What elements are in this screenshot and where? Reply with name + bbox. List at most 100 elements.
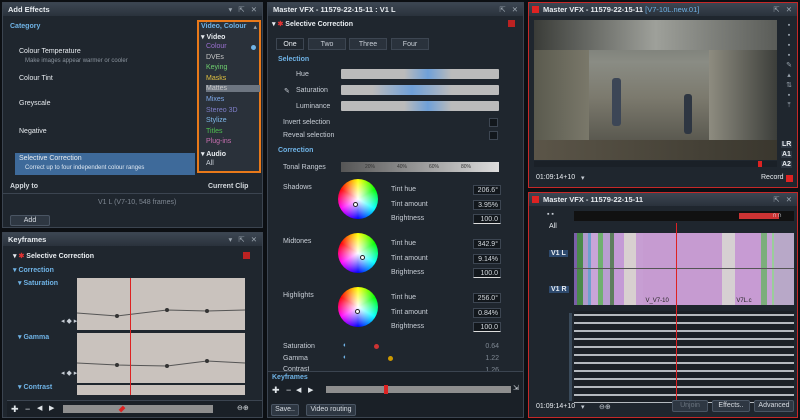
wheel-handle[interactable] — [355, 309, 360, 314]
dropdown-item[interactable]: Stereo 3D — [206, 107, 238, 114]
shadows-tint-hue-field[interactable]: 206.6° — [473, 185, 501, 195]
luminance-slider[interactable] — [341, 101, 499, 111]
wheel-handle[interactable] — [360, 255, 365, 260]
dropdown-item[interactable]: Plug-ins — [206, 138, 231, 145]
keyframes-group-saturation[interactable]: ▾ Saturation — [18, 279, 58, 287]
panel-window-controls[interactable]: ⇱ ✕ — [773, 3, 794, 16]
tab-one[interactable]: One — [276, 38, 304, 50]
effect-header[interactable]: ▾ ✱ Selective Correction — [272, 20, 353, 28]
gamma-row-icon[interactable]: ◐ — [343, 354, 347, 361]
timeline-zoom-icons[interactable]: ⊖⊕ — [599, 403, 611, 411]
prev-keyframe-icon[interactable]: ◀ — [296, 386, 301, 394]
saturation-curve-area[interactable] — [76, 278, 246, 330]
effect-keyframes-scrub-bar[interactable] — [326, 386, 511, 393]
playhead-marker[interactable] — [384, 385, 388, 394]
add-keyframe-icon[interactable]: ✚ — [272, 385, 280, 396]
invert-selection-checkbox[interactable] — [489, 118, 498, 127]
midtones-tint-amount-field[interactable]: 9.14% — [473, 254, 501, 264]
remove-keyframe-icon[interactable]: − — [286, 385, 291, 395]
effect-item[interactable]: Greyscale — [19, 100, 51, 107]
effect-item[interactable]: Selective Correction — [19, 155, 82, 162]
audio-track-headers[interactable] — [569, 313, 572, 401]
dropdown-item[interactable]: Titles — [206, 128, 222, 135]
remove-keyframe-icon[interactable]: − — [25, 404, 30, 414]
keyframes-group-correction[interactable]: ▾ Correction — [13, 266, 54, 274]
keyframes-group-contrast[interactable]: ▾ Contrast — [18, 383, 52, 391]
category-dropdown-value[interactable]: Video, Colour — [201, 23, 246, 30]
reveal-selection-checkbox[interactable] — [489, 131, 498, 140]
timeline-playhead[interactable] — [676, 223, 677, 403]
shadows-color-wheel[interactable] — [338, 179, 378, 219]
saturation-row-icon[interactable]: ◐ — [343, 342, 347, 349]
effect-item[interactable]: Negative — [19, 128, 47, 135]
highlights-tint-hue-field[interactable]: 256.0° — [473, 293, 501, 303]
add-button[interactable]: Add — [10, 215, 50, 226]
panel-window-controls[interactable]: ⇱ ✕ — [499, 3, 520, 16]
tab-two[interactable]: Two — [308, 38, 346, 50]
dropdown-item[interactable]: Keying — [206, 64, 227, 71]
dropdown-item[interactable]: DVEs — [206, 54, 224, 61]
record-button[interactable] — [786, 175, 793, 182]
highlights-tint-amount-field[interactable]: 0.84% — [473, 308, 501, 318]
shadows-brightness-field[interactable]: 100.0 — [473, 214, 501, 224]
midtones-color-wheel[interactable] — [338, 233, 378, 273]
timecode-dropdown-icon[interactable]: ▾ — [581, 174, 585, 182]
shadows-tint-amount-field[interactable]: 3.95% — [473, 200, 501, 210]
contrast-curve-area[interactable] — [77, 385, 245, 395]
saturation-slider-handle[interactable] — [374, 344, 379, 349]
dropdown-item[interactable]: Stylize — [206, 117, 227, 124]
apply-to-value[interactable]: Current Clip — [208, 183, 248, 190]
highlights-color-wheel[interactable] — [338, 287, 378, 327]
advanced-button[interactable]: Advanced — [754, 400, 794, 412]
panel-window-controls[interactable]: ▾ ⇱ ✕ — [228, 233, 259, 246]
tab-four[interactable]: Four — [391, 38, 429, 50]
midtones-brightness-field[interactable]: 100.0 — [473, 268, 501, 278]
add-keyframe-icon[interactable]: ✚ — [11, 404, 19, 415]
highlights-brightness-field[interactable]: 100.0 — [473, 322, 501, 332]
chevron-up-icon[interactable]: ▴ — [253, 23, 257, 31]
tab-three[interactable]: Three — [349, 38, 387, 50]
video-routing-button[interactable]: Video routing — [306, 404, 356, 416]
effect-item[interactable]: Colour Tint — [19, 75, 53, 82]
video-group-header[interactable]: ▾ Video — [201, 33, 225, 41]
dropdown-item[interactable]: Mixes — [206, 96, 224, 103]
next-keyframe-icon[interactable]: ▶ — [49, 404, 54, 412]
category-dropdown[interactable]: Video, Colour ▴ ▾ Video Colour DVEs Keying… — [197, 20, 261, 173]
all-tracks-label[interactable]: All — [549, 223, 557, 230]
audio-monitor-icons[interactable]: ∩∩ — [772, 212, 782, 219]
track-label-v1r[interactable]: V1 R — [549, 286, 569, 293]
effect-item[interactable]: Colour Temperature — [19, 48, 81, 55]
wheel-handle[interactable] — [353, 202, 358, 207]
keyframes-scrub-bar[interactable] — [63, 405, 213, 413]
track-toggle-icons[interactable]: ▪ ▪ — [547, 211, 554, 218]
keyframes-effect-header[interactable]: ▾ ✱ Selective Correction — [13, 252, 94, 260]
midtones-tint-hue-field[interactable]: 342.9° — [473, 239, 501, 249]
expand-icon[interactable]: ⇲ — [513, 384, 519, 392]
tonal-ranges-slider[interactable]: 20% 40% 60% 80% — [341, 162, 499, 172]
dropdown-item[interactable]: Masks — [206, 75, 226, 82]
viewer-side-a2[interactable]: A2 — [781, 161, 792, 168]
audio-track-area[interactable] — [574, 311, 794, 403]
hue-slider[interactable] — [341, 69, 499, 79]
viewer-scrub-bar[interactable] — [534, 161, 777, 167]
record-icon[interactable] — [243, 252, 250, 259]
viewer-side-a1[interactable]: A1 — [781, 151, 792, 158]
eyedropper-icon[interactable]: ✎ — [284, 87, 290, 95]
keyframe-nav-arrows[interactable]: ◂ ◆ ▸ — [61, 369, 77, 377]
viewer-timecode[interactable]: 01:09:14+10 — [536, 174, 575, 181]
gamma-curve-area[interactable] — [76, 333, 246, 383]
dropdown-item[interactable]: Colour — [206, 43, 227, 50]
gamma-value-field[interactable]: 1.22 — [473, 354, 501, 364]
panel-window-controls[interactable]: ⇱ ✕ — [773, 193, 794, 206]
gamma-slider-handle[interactable] — [388, 356, 393, 361]
unjoin-button[interactable]: Unjoin — [672, 400, 708, 412]
prev-keyframe-icon[interactable]: ◀ — [37, 404, 42, 412]
viewer-playhead[interactable] — [758, 161, 762, 167]
panel-window-controls[interactable]: ▾ ⇱ ✕ — [228, 3, 259, 16]
record-icon[interactable] — [508, 20, 515, 27]
viewer-side-lr[interactable]: LR — [781, 141, 793, 148]
effects-button[interactable]: Effects.. — [712, 400, 750, 412]
video-track-clips[interactable]: V_V7-10 V7L.c — [574, 233, 795, 305]
zoom-icon[interactable]: ⊖⊕ — [237, 404, 249, 412]
timecode-dropdown-icon[interactable]: ▾ — [581, 403, 585, 411]
